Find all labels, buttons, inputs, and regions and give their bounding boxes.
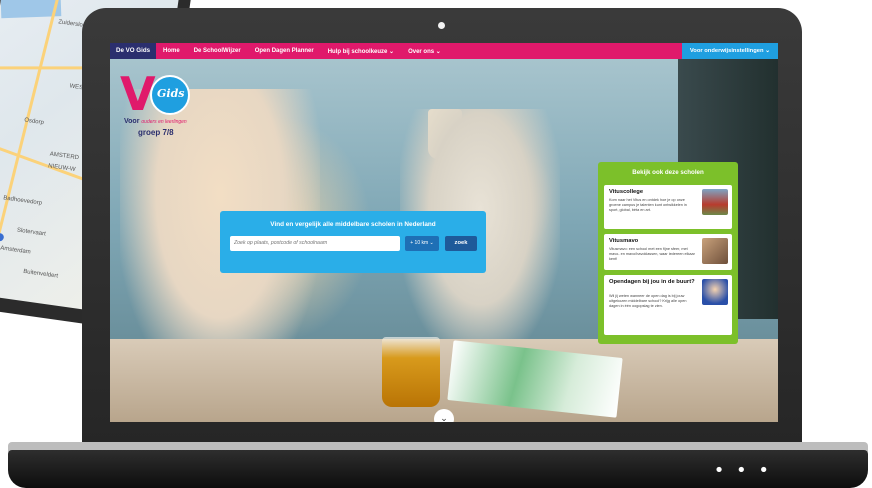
top-nav: De VO Gids Home De SchoolWijzer Open Dag… [110,43,778,59]
map-label: Badhoevedorp [2,195,43,207]
map-label: Slotervaart [16,227,47,238]
nav-item-schoolwijzer[interactable]: De SchoolWijzer [187,48,248,54]
card-title: Vitusmavo [609,238,639,244]
card-description: Wil jij weten wanneer de open dag is bij… [609,294,687,308]
panel-title: Bekijk ook deze scholen [632,169,704,176]
nav-item-open-dagen[interactable]: Open Dagen Planner [248,48,321,54]
webcam [438,22,445,29]
card-title: Vituscollege [609,189,644,195]
nav-brand[interactable]: De VO Gids [110,43,157,59]
map-label: Buitenveldert [22,268,59,280]
vo-gids-logo[interactable]: V Gids Voor ouders en leerlingen groep 7… [120,67,220,146]
logo-group: groep 7/8 [138,128,174,137]
chevron-down-icon[interactable]: ⌄ [434,409,454,422]
card-description: Vitusmavo: een school met een fijne sfee… [609,247,695,261]
card-thumbnail [702,238,728,264]
nav-item-over-ons[interactable]: Over ons ⌄ [401,48,448,55]
map-label: AMSTERD [49,151,80,162]
logo-gids-text: Gids [157,87,185,100]
dots-icon: • • • [713,460,772,481]
nav-item-onderwijsinstellingen[interactable]: Voor onderwijsinstellingen ⌄ [681,43,778,59]
card-title: Opendagen bij jou in de buurt? [609,279,695,285]
card-opendagen[interactable]: Opendagen bij jou in de buurt? Wil jij w… [604,275,732,335]
tea-glass [382,337,440,407]
nav-item-home[interactable]: Home [156,48,187,54]
card-description: Kom naar het Vitus en ontdek hoe je op o… [609,198,687,212]
nav-item-hulp[interactable]: Hulp bij schoolkeuze ⌄ [321,48,401,55]
card-thumbnail [702,189,728,215]
logo-tagline: Voor ouders en leerlingen [124,118,187,125]
schools-panel: Bekijk ook deze scholen Vituscollege Kom… [598,162,738,344]
laptop-base: • • • [8,450,868,488]
map-label: Amsterdam [0,245,32,256]
hero-image: V Gids Voor ouders en leerlingen groep 7… [110,59,778,422]
search-box: Vind en vergelijk alle middelbare schole… [220,211,486,273]
search-button[interactable]: zoek [445,236,477,251]
map-pin-icon [0,232,5,242]
school-card-vituscollege[interactable]: Vituscollege Kom naar het Vitus en ontde… [604,185,732,229]
search-title: Vind en vergelijk alle middelbare schole… [270,221,436,228]
website-screen: De VO Gids Home De SchoolWijzer Open Dag… [110,43,778,422]
radius-select[interactable]: + 10 km ⌄ [405,236,439,251]
card-thumbnail [702,279,728,305]
search-input[interactable] [230,236,400,251]
school-card-vitusmavo[interactable]: Vitusmavo Vitusmavo: een school met een … [604,234,732,270]
